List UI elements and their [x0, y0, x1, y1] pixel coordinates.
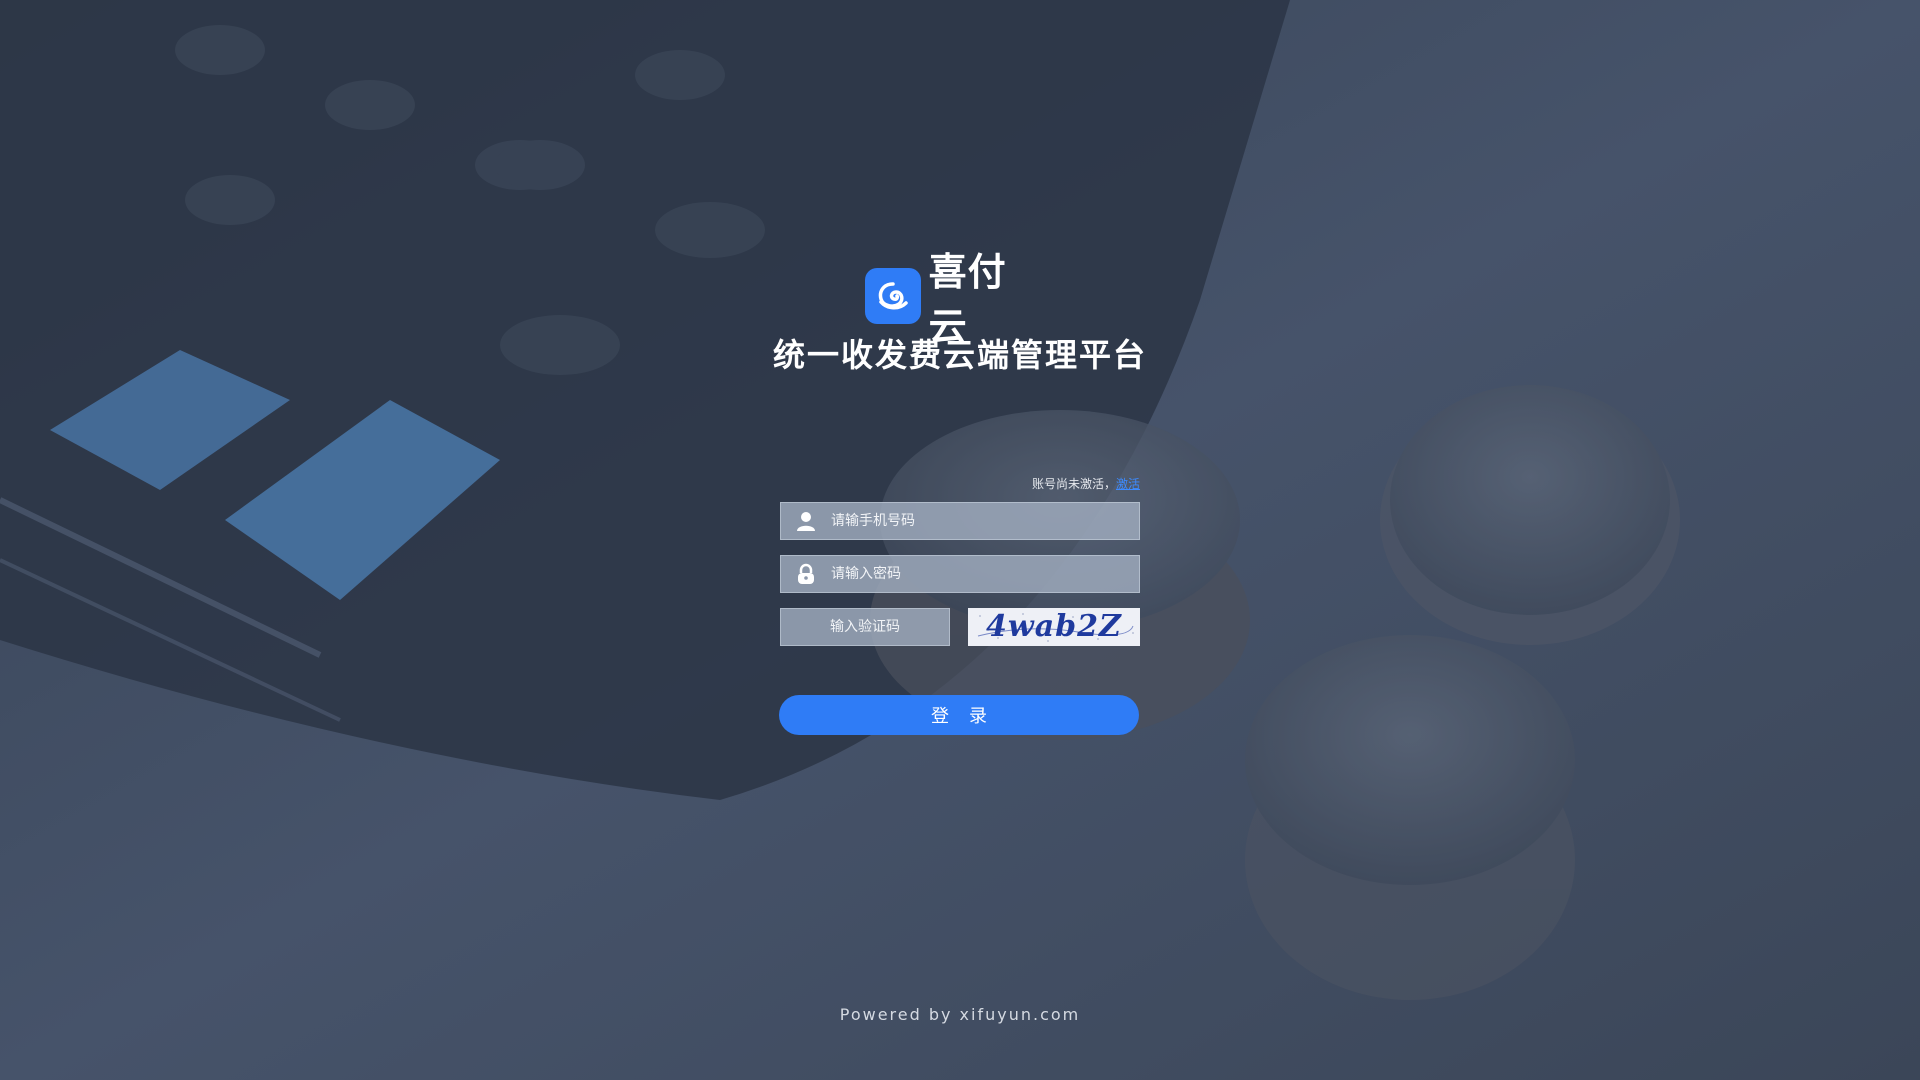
footer-powered-by: Powered by xifuyun.com — [839, 1005, 1081, 1024]
platform-title: 统一收发费云端管理平台 — [772, 336, 1147, 374]
phone-input[interactable] — [831, 503, 1139, 539]
captcha-input[interactable] — [781, 609, 949, 645]
phone-field[interactable] — [780, 502, 1140, 540]
password-field[interactable] — [780, 555, 1140, 593]
password-input[interactable] — [831, 556, 1139, 592]
captcha-image[interactable]: 4wab2Z — [968, 608, 1140, 646]
activate-link[interactable]: 激活 — [1116, 477, 1140, 491]
user-icon — [781, 502, 831, 540]
brand: 喜付云 — [865, 250, 1045, 349]
activation-prompt: 账号尚未激活， — [1031, 477, 1116, 491]
lock-icon — [781, 555, 831, 593]
captcha-field[interactable] — [780, 608, 950, 646]
captcha-text: 4wab2Z — [986, 609, 1122, 644]
login-button[interactable]: 登录 — [779, 695, 1139, 735]
activation-notice: 账号尚未激活，激活 — [780, 475, 1140, 492]
spiral-cloud-icon — [865, 268, 921, 324]
background-image — [0, 0, 1920, 1080]
